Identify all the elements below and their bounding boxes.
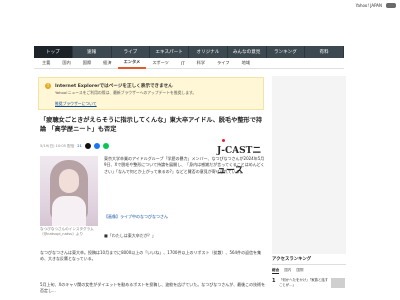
comment-count[interactable]: 21 (77, 144, 82, 148)
facebook-share-icon[interactable] (93, 143, 100, 149)
article-paragraph-2: なつぴなつさんは東大卒。投稿は10月までに8000以上の「いいね」、1700件以… (40, 250, 262, 262)
cat-economy[interactable]: 経済 (97, 58, 117, 69)
ranking-number: 1 (272, 278, 276, 284)
logo-dot-icon (222, 139, 225, 142)
section-heading: ■「わたしは東大卒だが？」 (104, 233, 156, 238)
nav-live[interactable]: ライブ (112, 46, 151, 58)
primary-nav: トップ 速報 ライブ エキスパート オリジナル みんなの意見 ランキング 有料 (34, 46, 344, 58)
nav-expert[interactable]: エキスパート (150, 46, 189, 58)
nav-original[interactable]: オリジナル (189, 46, 228, 58)
warning-body: Yahoo!ニュースをご利用の際は、最新ブラウザーへのアップデートを推奨します。 (55, 90, 197, 95)
cat-local[interactable]: 地域 (236, 58, 256, 69)
sidebar-ad-slot (272, 76, 346, 254)
cat-entertainment[interactable]: エンタメ (117, 58, 147, 69)
line-share-icon[interactable] (102, 143, 109, 149)
nav-paid[interactable]: 有料 (305, 46, 344, 58)
article-paragraph-3: 5月上旬、Xのキャリ関の女性がダイエットを勧めるポストを投稿し、波紋を広げていた… (40, 282, 266, 294)
ranking-thumbnail (331, 278, 345, 288)
login-pill-icon[interactable] (386, 3, 396, 8)
warning-title: Internet Explorerではページを正しく表示できません (55, 84, 173, 89)
cat-international[interactable]: 国際 (77, 58, 97, 69)
top-bar: Yahoo! JAPAN (0, 0, 400, 14)
article-photo[interactable] (40, 156, 98, 226)
yahoo-link[interactable]: Yahoo! JAPAN (356, 3, 382, 8)
browser-warning: ! Internet Explorerではページを正しく表示できません Yaho… (38, 77, 264, 110)
ranking-tab-international[interactable]: 国際 (296, 268, 303, 274)
nav-top[interactable]: トップ (34, 46, 73, 58)
cat-life[interactable]: ライフ (211, 58, 236, 69)
nav-breaking[interactable]: 速報 (73, 46, 112, 58)
ranking-item[interactable]: 1 「何かへたをかけ」「家族と話すことが…」 (272, 278, 346, 288)
nav-opinions[interactable]: みんなの意見 (228, 46, 267, 58)
related-image-link[interactable]: 【画像】ライブ中のなつぴなつさん (104, 214, 266, 220)
cat-sports[interactable]: スポーツ (146, 58, 175, 69)
article-paragraph-1: 東京大学卒業のアイドルグループ「学歴の暴力」メンバー、なつぴなつさんが2024年… (104, 156, 265, 174)
cat-science[interactable]: 科学 (191, 58, 211, 69)
ranking-tab-all[interactable]: 総合 (272, 268, 280, 274)
warning-icon: ! (45, 83, 51, 89)
ranking-tabs: 総合 国内 国際 (272, 268, 346, 274)
top-bar-right: Yahoo! JAPAN (356, 3, 396, 8)
ranking-tab-domestic[interactable]: 国内 (284, 268, 291, 274)
article-meta: 5/19(日) 10:05 配信 21 (40, 142, 180, 150)
cat-it[interactable]: IT (175, 58, 191, 69)
source-logo[interactable]: J-CASTニュース (217, 138, 269, 176)
article-headline: 「疲聴女ごときがえらそうに指示してくんな」東大卒アイドル、脱毛や整形で持論 「高… (40, 117, 263, 133)
ranking-text: 「何かへたをかけ」「家族と話すことが…」 (279, 278, 329, 287)
ranking-title: アクセスランキング (272, 256, 346, 265)
recommended-browser-link[interactable]: 推奨ブラウザーについて (55, 101, 97, 107)
photo-face (59, 169, 79, 193)
cat-main[interactable]: 主要 (36, 58, 56, 69)
access-ranking: アクセスランキング 総合 国内 国際 1 「何かへたをかけ」「家族と話すことが…… (272, 256, 346, 288)
publish-date: 5/19(日) 10:05 配信 (40, 143, 75, 148)
x-share-icon[interactable] (84, 143, 91, 149)
photo-body (52, 196, 86, 226)
nav-ranking[interactable]: ランキング (267, 46, 306, 58)
photo-caption: なつぴなつさんのインスタグラム（@natsupi_natsu）より (40, 227, 94, 236)
cat-domestic[interactable]: 国内 (56, 58, 76, 69)
category-nav: 主要 国内 国際 経済 エンタメ スポーツ IT 科学 ライフ 地域 (34, 58, 344, 69)
